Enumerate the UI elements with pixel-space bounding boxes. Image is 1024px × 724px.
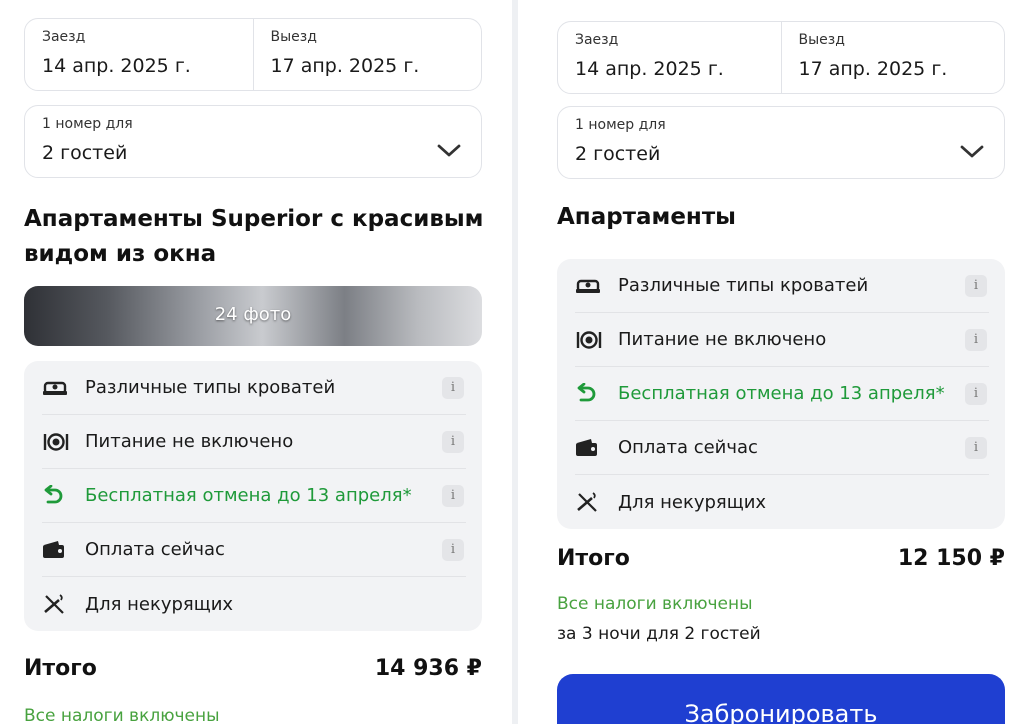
dates-field[interactable]: Заезд 14 апр. 2025 г. Выезд 17 апр. 2025… <box>557 21 1005 94</box>
checkin-field[interactable]: Заезд 14 апр. 2025 г. <box>25 19 253 90</box>
checkout-field[interactable]: Выезд 17 апр. 2025 г. <box>252 19 482 90</box>
feature-payment: Оплата сейчас i <box>575 421 989 475</box>
no-smoking-icon <box>575 490 603 514</box>
feature-meals: Питание не включено i <box>575 313 989 367</box>
panel-divider <box>512 0 518 724</box>
total-price: 14 936 ₽ <box>374 656 482 681</box>
tax-note: Все налоги включены <box>24 706 220 724</box>
checkin-label: Заезд <box>42 29 86 45</box>
checkin-value: 14 апр. 2025 г. <box>575 58 724 80</box>
checkin-field[interactable]: Заезд 14 апр. 2025 г. <box>558 22 781 93</box>
feature-text: Питание не включено <box>618 329 827 350</box>
guests-value: 2 гостей <box>575 143 661 165</box>
room-title: Апартаменты Superior с красивым видом из… <box>24 202 483 272</box>
chevron-down-icon <box>437 144 461 157</box>
info-icon[interactable]: i <box>442 485 464 507</box>
checkout-label: Выезд <box>270 29 317 45</box>
no-smoking-icon <box>42 592 70 616</box>
meal-icon <box>575 328 603 352</box>
rooms-label: 1 номер для <box>42 116 133 132</box>
refund-icon <box>42 484 70 508</box>
dates-field[interactable]: Заезд 14 апр. 2025 г. Выезд 17 апр. 2025… <box>24 18 482 91</box>
info-icon[interactable]: i <box>965 329 987 351</box>
checkout-label: Выезд <box>798 32 845 48</box>
feature-list: Различные типы кроватей i Питание не вкл… <box>24 361 482 631</box>
room-offer-right: Заезд 14 апр. 2025 г. Выезд 17 апр. 2025… <box>520 0 1024 724</box>
guests-value: 2 гостей <box>42 142 128 164</box>
rooms-label: 1 номер для <box>575 117 666 133</box>
checkout-field[interactable]: Выезд 17 апр. 2025 г. <box>780 22 1005 93</box>
checkout-value: 17 апр. 2025 г. <box>798 58 948 80</box>
feature-text: Оплата сейчас <box>85 539 225 560</box>
room-title: Апартаменты <box>557 204 736 230</box>
feature-cancellation: Бесплатная отмена до 13 апреля* i <box>42 469 466 523</box>
total-price: 12 150 ₽ <box>897 546 1005 571</box>
checkout-value: 17 апр. 2025 г. <box>270 55 420 77</box>
total-row: Итого 12 150 ₽ <box>557 546 1005 571</box>
room-offer-left: Заезд 14 апр. 2025 г. Выезд 17 апр. 2025… <box>0 0 510 724</box>
feature-non-smoking: Для некурящих <box>42 577 466 631</box>
chevron-down-icon <box>960 145 984 158</box>
feature-non-smoking: Для некурящих <box>575 475 989 529</box>
info-icon[interactable]: i <box>442 431 464 453</box>
refund-icon <box>575 382 603 406</box>
info-icon[interactable]: i <box>442 539 464 561</box>
room-title-line1: Апартаменты Superior с красивым <box>24 206 484 232</box>
feature-cancellation: Бесплатная отмена до 13 апреля* i <box>575 367 989 421</box>
feature-payment: Оплата сейчас i <box>42 523 466 577</box>
tax-note: Все налоги включены <box>557 594 753 614</box>
feature-meals: Питание не включено i <box>42 415 466 469</box>
info-icon[interactable]: i <box>442 377 464 399</box>
feature-beds: Различные типы кроватей i <box>575 259 989 313</box>
total-label: Итого <box>557 546 630 571</box>
feature-beds: Различные типы кроватей i <box>42 361 466 415</box>
wallet-icon <box>575 436 603 460</box>
bed-icon <box>42 376 70 400</box>
feature-text: Для некурящих <box>85 593 234 615</box>
info-icon[interactable]: i <box>965 383 987 405</box>
guests-select[interactable]: 1 номер для 2 гостей <box>557 106 1005 179</box>
meal-icon <box>42 430 70 454</box>
feature-text: Бесплатная отмена до 13 апреля* <box>85 485 412 506</box>
feature-list: Различные типы кроватей i Питание не вкл… <box>557 259 1005 529</box>
nights-note: за 3 ночи для 2 гостей <box>557 624 761 644</box>
photo-count: 24 фото <box>214 304 292 325</box>
bed-icon <box>575 274 603 298</box>
book-button[interactable]: Забронировать <box>557 674 1005 724</box>
feature-text: Для некурящих <box>618 491 767 513</box>
info-icon[interactable]: i <box>965 275 987 297</box>
feature-text: Различные типы кроватей <box>85 377 336 398</box>
total-row: Итого 14 936 ₽ <box>24 656 482 681</box>
feature-text: Различные типы кроватей <box>618 275 869 296</box>
feature-text: Питание не включено <box>85 431 294 452</box>
room-title-line2: видом из окна <box>24 241 217 267</box>
wallet-icon <box>42 538 70 562</box>
checkin-label: Заезд <box>575 32 619 48</box>
info-icon[interactable]: i <box>965 437 987 459</box>
feature-text: Оплата сейчас <box>618 437 758 458</box>
guests-select[interactable]: 1 номер для 2 гостей <box>24 105 482 178</box>
total-label: Итого <box>24 656 97 681</box>
checkin-value: 14 апр. 2025 г. <box>42 55 191 77</box>
room-photo-gallery[interactable]: 24 фото <box>24 286 482 346</box>
feature-text: Бесплатная отмена до 13 апреля* <box>618 383 945 404</box>
